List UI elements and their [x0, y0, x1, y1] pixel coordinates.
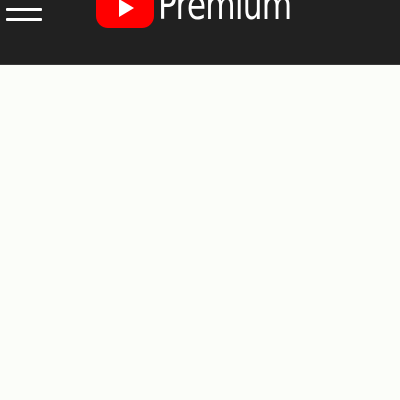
menu-button[interactable] — [0, 0, 50, 30]
page-content — [0, 65, 400, 400]
top-app-bar: Premium — [0, 0, 400, 65]
logo-text: Premium — [158, 0, 292, 29]
youtube-premium-logo[interactable]: Premium — [96, 0, 296, 30]
youtube-play-icon — [96, 0, 154, 28]
